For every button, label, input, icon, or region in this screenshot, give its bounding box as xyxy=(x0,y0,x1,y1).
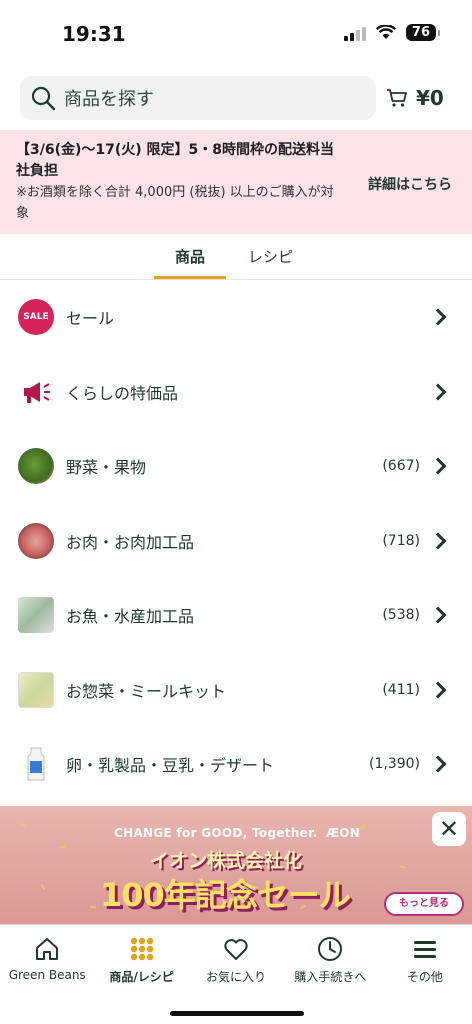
search-input[interactable]: 商品を探す xyxy=(20,76,376,120)
wifi-icon xyxy=(375,25,396,39)
megaphone-icon xyxy=(18,374,54,410)
category-row-meat[interactable]: お肉・お肉加工品 (718) xyxy=(0,504,472,579)
search-row: 商品を探す ¥0 xyxy=(0,76,472,122)
category-label: セール xyxy=(66,309,115,329)
close-icon: ✕ xyxy=(438,815,460,843)
promo-title: 【3/6(金)～17(火) 限定】5・8時間枠の配送料当社負担 xyxy=(16,142,335,179)
chevron-right-icon xyxy=(429,755,447,773)
category-label: 卵・乳製品・豆乳・デザート xyxy=(66,756,275,776)
home-icon xyxy=(36,938,59,960)
category-count: (538) xyxy=(382,607,420,624)
banner-more-button[interactable]: もっと見る xyxy=(384,892,464,916)
milk-icon xyxy=(18,746,54,782)
tab-recipes[interactable]: レシピ xyxy=(248,246,293,267)
category-label: 野菜・果物 xyxy=(66,458,147,478)
promo-note: ※お酒類を除く合計 4,000円 (税抜) 以上のご購入が対象 xyxy=(16,185,334,221)
battery-indicator: 76 xyxy=(405,24,441,41)
category-count: (718) xyxy=(382,532,420,549)
nav-home[interactable]: Green Beans xyxy=(0,925,94,1024)
nav-products-recipes[interactable]: 商品/レシピ xyxy=(94,925,188,1024)
meat-icon xyxy=(18,522,54,559)
tab-products[interactable]: 商品 xyxy=(154,246,226,279)
category-count: (411) xyxy=(382,681,420,698)
bottom-nav: Green Beans 商品/レシピ お気に入り 購入手続きへ その他 xyxy=(0,924,472,1024)
deli-icon xyxy=(18,671,54,708)
search-icon xyxy=(31,86,56,111)
aeon-logo: ÆON xyxy=(325,826,361,840)
chevron-right-icon xyxy=(429,681,447,699)
cart-total: ¥0 xyxy=(416,86,444,110)
vegetable-icon xyxy=(18,448,54,485)
chevron-right-icon xyxy=(429,532,447,550)
nav-checkout[interactable]: 購入手続きへ xyxy=(283,925,377,1024)
status-icons: 76 xyxy=(343,24,441,41)
chevron-right-icon xyxy=(429,383,447,401)
category-row-sale[interactable]: SALE セール xyxy=(0,280,472,355)
heart-icon xyxy=(224,939,248,960)
banner-title: 100年記念セール xyxy=(100,876,351,914)
chevron-right-icon xyxy=(429,308,447,326)
sale-icon: SALE xyxy=(18,299,54,336)
menu-icon xyxy=(413,941,436,958)
banner-tagline-text: CHANGE for GOOD, Together. xyxy=(114,826,318,840)
nav-label: 購入手続きへ xyxy=(294,970,367,984)
category-label: お惣菜・ミールキット xyxy=(66,681,227,701)
promo-details-link[interactable]: 詳細はこちら xyxy=(368,174,452,194)
cart-button[interactable]: ¥0 xyxy=(386,86,444,110)
category-row-vegetables[interactable]: 野菜・果物 (667) xyxy=(0,429,472,504)
banner-close-button[interactable]: ✕ xyxy=(432,812,466,846)
category-row-bargain[interactable]: くらしの特価品 xyxy=(0,355,472,430)
signal-icon xyxy=(343,25,366,41)
category-count: (1,390) xyxy=(368,756,420,773)
nav-label: 商品/レシピ xyxy=(109,970,174,984)
nav-label: お気に入り xyxy=(206,970,267,984)
nav-label: その他 xyxy=(406,970,443,984)
chevron-right-icon xyxy=(429,457,447,475)
banner-tagline: CHANGE for GOOD, Together. ÆON xyxy=(114,826,360,840)
banner-subtitle: イオン株式会社化 xyxy=(150,850,303,872)
category-row-dairy[interactable]: 卵・乳製品・豆乳・デザート (1,390) xyxy=(0,727,472,802)
nav-other[interactable]: その他 xyxy=(378,925,472,1024)
cart-icon xyxy=(387,89,407,107)
category-label: くらしの特価品 xyxy=(66,383,179,403)
category-row-deli[interactable]: お惣菜・ミールキット (411) xyxy=(0,653,472,728)
nav-favorites[interactable]: お気に入り xyxy=(189,925,283,1024)
fish-icon xyxy=(18,597,54,634)
category-label: お肉・お肉加工品 xyxy=(66,532,195,552)
chevron-right-icon xyxy=(429,606,447,624)
category-list: SALE セール くらしの特価品 野菜・果物 (667) お肉・お肉加工品 (7… xyxy=(0,280,472,802)
tab-bar: 商品 レシピ xyxy=(0,240,472,280)
category-label: お魚・水産加工品 xyxy=(66,607,195,627)
category-count: (667) xyxy=(382,458,420,475)
status-bar: 19:31 76 xyxy=(0,0,472,70)
status-time: 19:31 xyxy=(62,22,126,46)
nav-label: Green Beans xyxy=(8,968,86,982)
grid-icon xyxy=(130,937,153,961)
home-indicator xyxy=(170,1011,304,1016)
category-row-fish[interactable]: お魚・水産加工品 (538) xyxy=(0,578,472,653)
clock-icon xyxy=(318,937,343,961)
search-placeholder: 商品を探す xyxy=(64,89,154,110)
delivery-promo[interactable]: 【3/6(金)～17(火) 限定】5・8時間枠の配送料当社負担 ※お酒類を除く合… xyxy=(0,130,472,234)
